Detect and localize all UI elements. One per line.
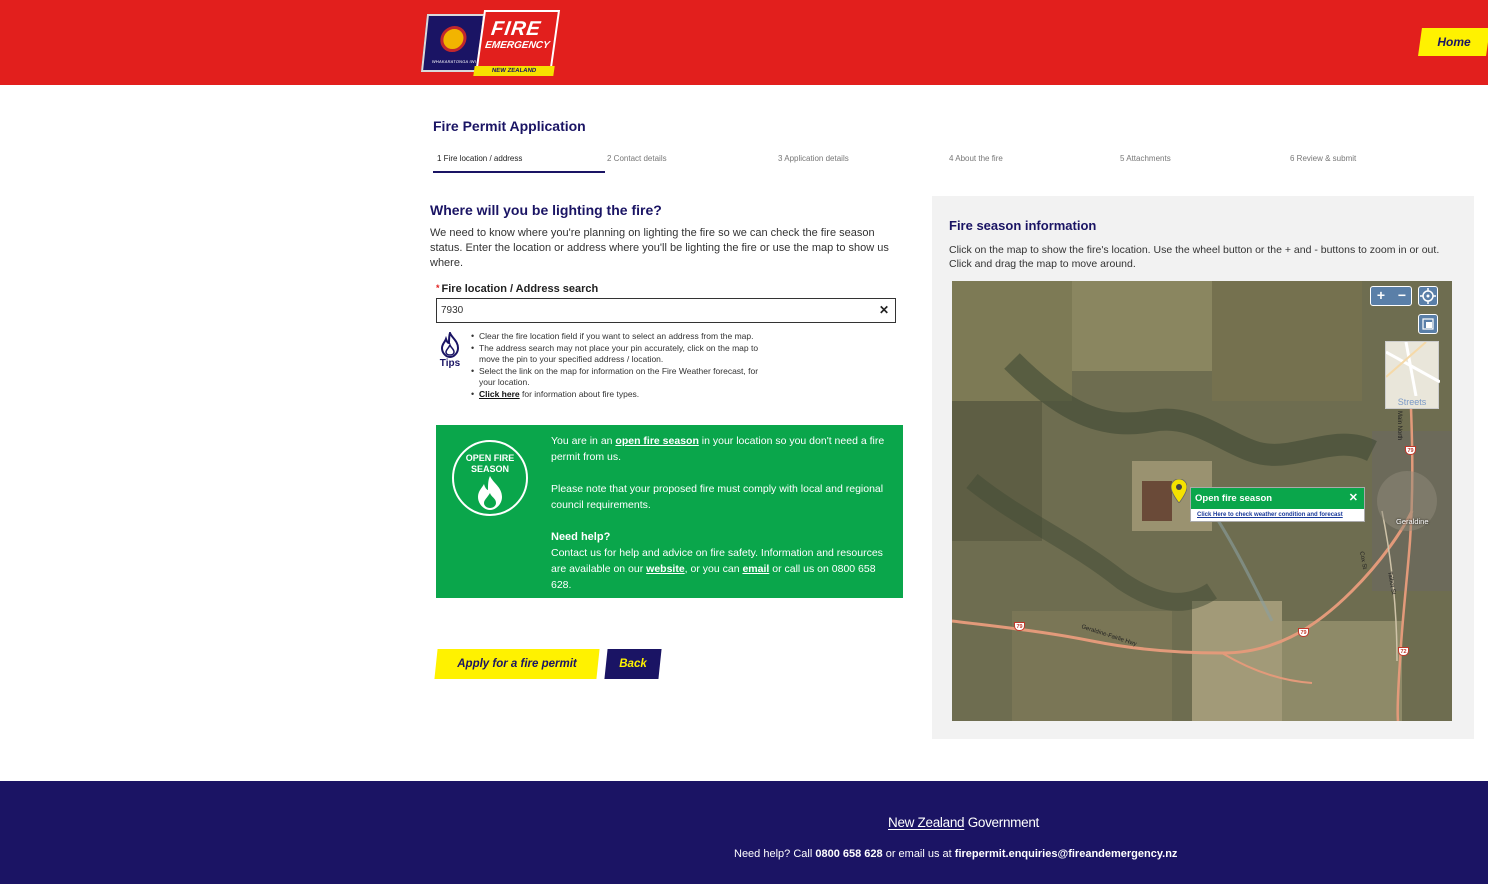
popup-close-icon[interactable]: ✕: [1349, 488, 1358, 509]
zoom-out-button[interactable]: −: [1392, 287, 1412, 305]
popup-title: Open fire season: [1195, 493, 1273, 504]
logo-wordmark: FIRE EMERGENCY: [475, 10, 561, 68]
step-fire-location[interactable]: 1 Fire location / address: [433, 150, 605, 173]
footer-help-middle: or email us at: [882, 848, 955, 860]
streets-map-thumbnail: [1385, 341, 1441, 397]
status-p1-prefix: You are in an: [551, 435, 616, 447]
zoom-in-button[interactable]: +: [1371, 287, 1391, 305]
site-footer: New Zealand Government Need help? Call 0…: [0, 781, 1488, 884]
search-field-label: * Fire location / Address search: [436, 283, 598, 295]
gov-logo-part2: Government: [964, 815, 1040, 830]
streets-basemap-toggle[interactable]: Streets: [1385, 341, 1441, 409]
help-text-middle: , or you can: [684, 563, 743, 575]
website-link[interactable]: website: [646, 563, 685, 575]
tips-label: Tips: [439, 358, 461, 369]
step-review-submit[interactable]: 6 Review & submit: [1286, 150, 1458, 173]
step-about-the-fire[interactable]: 4 About the fire: [945, 150, 1117, 173]
zoom-controls: + −: [1370, 286, 1412, 306]
tip-item: Select the link on the map for informati…: [470, 366, 760, 388]
footer-contact: Need help? Call 0800 658 628 or email us…: [734, 848, 1177, 860]
back-button-label: Back: [619, 658, 647, 670]
layers-icon[interactable]: [1418, 314, 1438, 334]
logo-emergency-text: EMERGENCY: [484, 40, 551, 51]
badge-line1: OPEN FIRE: [465, 453, 515, 463]
fire-season-status-box: OPEN FIRE SEASON You are in an open fire…: [436, 425, 903, 598]
location-pin-icon[interactable]: [1171, 479, 1187, 503]
basemap-icon: [1422, 318, 1434, 330]
highway-shield: 72: [1398, 647, 1409, 656]
step-attachments[interactable]: 5 Attachments: [1116, 150, 1288, 173]
footer-help-prefix: Need help? Call: [734, 848, 816, 860]
crosshair-icon: [1420, 288, 1436, 304]
home-button-label: Home: [1437, 35, 1471, 49]
apply-button-label: Apply for a fire permit: [457, 658, 577, 670]
fire-season-info-panel: Fire season information Click on the map…: [932, 196, 1474, 739]
progress-steps: 1 Fire location / address 2 Contact deta…: [433, 150, 1463, 174]
email-link[interactable]: email: [742, 563, 769, 575]
question-heading: Where will you be lighting the fire?: [430, 202, 662, 218]
flame-icon: [440, 332, 460, 358]
fire-season-description: Click on the map to show the fire's loca…: [949, 244, 1440, 270]
logo-badge: WHAKARATONGA IWI: [420, 14, 486, 72]
step-contact-details[interactable]: 2 Contact details: [603, 150, 775, 173]
back-button[interactable]: Back: [604, 649, 662, 679]
tips-block: Tips: [438, 332, 462, 369]
need-help-heading: Need help?: [551, 531, 611, 543]
emblem-icon: [439, 26, 468, 52]
badge-line2: SEASON: [470, 464, 509, 474]
status-text: You are in an open fire season in your l…: [551, 433, 896, 609]
step-application-details[interactable]: 3 Application details: [774, 150, 946, 173]
highway-shield: 79: [1014, 622, 1025, 631]
search-field-label-text: Fire location / Address search: [441, 283, 599, 295]
satellite-map[interactable]: + − Streets Open fire season ✕ Click Here…: [952, 281, 1452, 721]
highway-shield: 79: [1298, 628, 1309, 637]
tip-item: Clear the fire location field if you wan…: [470, 331, 760, 342]
home-button[interactable]: Home: [1418, 28, 1488, 56]
weather-forecast-link[interactable]: Click Here to check weather condition an…: [1191, 509, 1364, 521]
road-label: Main North: [1396, 411, 1402, 441]
fire-season-title: Fire season information: [949, 218, 1097, 233]
logo-nz-text: NEW ZEALAND: [473, 66, 555, 76]
map-popup: Open fire season ✕ Click Here to check we…: [1190, 487, 1365, 522]
tip-item: The address search may not place your pi…: [470, 343, 760, 365]
clear-search-icon[interactable]: ✕: [879, 303, 889, 317]
locate-me-icon[interactable]: [1418, 286, 1438, 306]
logo-fire-text: FIRE: [489, 18, 543, 40]
fire-location-search-input[interactable]: [437, 299, 867, 322]
streets-label: Streets: [1397, 397, 1427, 407]
tip-link-suffix: for information about fire types.: [519, 389, 640, 399]
fire-emergency-logo[interactable]: WHAKARATONGA IWI FIRE EMERGENCY NEW ZEAL…: [420, 8, 561, 78]
open-fire-season-link[interactable]: open fire season: [615, 435, 698, 447]
highway-shield: 79: [1405, 446, 1416, 455]
open-fire-season-badge: OPEN FIRE SEASON: [452, 440, 528, 516]
nz-government-logo[interactable]: New Zealand Government: [888, 815, 1039, 830]
footer-email-link[interactable]: firepermit.enquiries@fireandemergency.nz: [955, 848, 1178, 860]
gov-logo-part1: New Zealand: [888, 815, 965, 830]
required-marker: *: [436, 283, 440, 293]
tip-item: Click here for information about fire ty…: [470, 389, 760, 400]
page-title: Fire Permit Application: [433, 118, 586, 134]
click-here-link[interactable]: Click here: [479, 389, 520, 399]
search-box: ✕: [436, 298, 896, 323]
question-description: We need to know where you're planning on…: [430, 227, 889, 269]
flame-icon: [478, 476, 502, 510]
site-header: WHAKARATONGA IWI FIRE EMERGENCY NEW ZEAL…: [0, 0, 1488, 85]
town-label: Geraldine: [1396, 517, 1429, 526]
tips-list: Clear the fire location field if you wan…: [470, 331, 760, 401]
apply-for-permit-button[interactable]: Apply for a fire permit: [434, 649, 600, 679]
status-council-note: Please note that your proposed fire must…: [551, 483, 884, 511]
footer-phone[interactable]: 0800 658 628: [815, 848, 882, 860]
logo-badge-text: WHAKARATONGA IWI: [431, 59, 477, 64]
